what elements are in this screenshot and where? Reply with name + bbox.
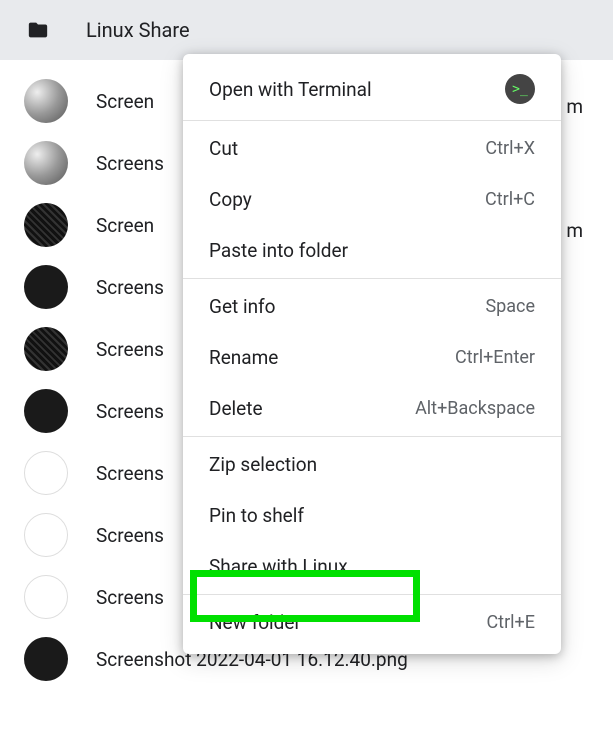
folder-header: Linux Share [0,0,613,60]
menu-label: Open with Terminal [209,78,372,101]
menu-shortcut: Ctrl+C [485,189,535,210]
menu-item-get-info[interactable]: Get info Space [183,281,561,332]
menu-label: Cut [209,137,238,160]
menu-shortcut: Space [485,296,535,317]
file-name: Screens [96,524,164,547]
file-name-trail: m [566,95,583,118]
file-thumbnail [24,327,68,371]
folder-icon [24,19,52,41]
file-thumbnail [24,575,68,619]
menu-label: Get info [209,295,276,318]
file-thumbnail [24,203,68,247]
folder-title: Linux Share [86,18,190,42]
menu-separator [183,120,561,121]
menu-label: Rename [209,346,278,369]
menu-label: Share with Linux [209,555,348,578]
menu-item-share-linux[interactable]: Share with Linux [183,541,561,592]
menu-separator [183,436,561,437]
file-thumbnail [24,141,68,185]
menu-item-open-terminal[interactable]: Open with Terminal >_ [183,60,561,118]
file-thumbnail [24,389,68,433]
file-thumbnail [24,265,68,309]
menu-item-delete[interactable]: Delete Alt+Backspace [183,383,561,434]
menu-label: Pin to shelf [209,504,304,527]
file-name: Screens [96,586,164,609]
file-name: Screens [96,152,164,175]
menu-shortcut: Ctrl+X [485,138,535,159]
file-thumbnail [24,637,68,681]
file-name: Screens [96,400,164,423]
file-name: Screen [96,214,154,237]
file-thumbnail [24,79,68,123]
menu-label: Zip selection [209,453,317,476]
menu-item-zip[interactable]: Zip selection [183,439,561,490]
menu-label: Paste into folder [209,239,348,262]
menu-shortcut: Alt+Backspace [415,398,535,419]
menu-label: New folder [209,611,301,634]
menu-label: Copy [209,188,252,211]
menu-item-copy[interactable]: Copy Ctrl+C [183,174,561,225]
file-name: Screens [96,338,164,361]
menu-item-cut[interactable]: Cut Ctrl+X [183,123,561,174]
menu-item-rename[interactable]: Rename Ctrl+Enter [183,332,561,383]
file-name-trail: m [566,219,583,242]
menu-shortcut: Ctrl+Enter [455,347,535,368]
menu-separator [183,594,561,595]
menu-item-pin-shelf[interactable]: Pin to shelf [183,490,561,541]
file-name: Screens [96,276,164,299]
menu-shortcut: Ctrl+E [486,612,535,633]
menu-item-new-folder[interactable]: New folder Ctrl+E [183,597,561,648]
file-thumbnail [24,451,68,495]
menu-separator [183,278,561,279]
menu-item-paste[interactable]: Paste into folder [183,225,561,276]
terminal-icon: >_ [505,74,535,104]
file-thumbnail [24,513,68,557]
file-name: Screens [96,462,164,485]
context-menu: Open with Terminal >_ Cut Ctrl+X Copy Ct… [183,54,561,654]
file-name: Screen [96,90,154,113]
menu-label: Delete [209,397,263,420]
